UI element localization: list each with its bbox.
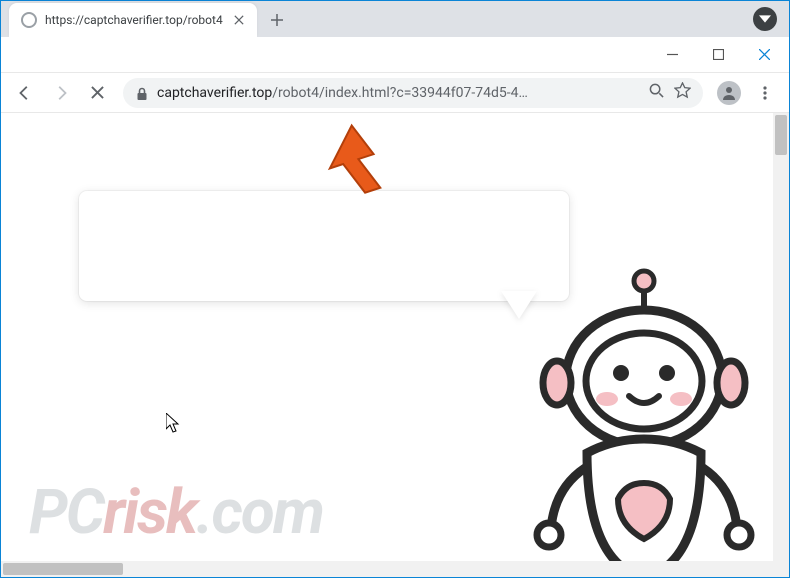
speech-bubble — [79, 191, 569, 301]
omnibox-actions — [649, 82, 691, 103]
tab-title: https://captchaverifier.top/robot4 — [45, 13, 223, 27]
window-titlebar — [1, 37, 789, 73]
maximize-button[interactable] — [695, 39, 741, 71]
url-host: captchaverifier.top — [157, 85, 272, 101]
star-bookmark-icon[interactable] — [674, 82, 691, 103]
tab-strip: https://captchaverifier.top/robot4 — [1, 1, 789, 37]
lock-icon[interactable] — [135, 86, 149, 100]
mouse-cursor-icon — [166, 413, 182, 433]
vertical-scroll-thumb[interactable] — [775, 115, 787, 155]
address-bar[interactable]: captchaverifier.top/robot4/index.html?c=… — [123, 78, 703, 108]
stop-reload-button[interactable] — [81, 77, 113, 109]
url-path: /robot4/index.html?c=33944f07-74d5-4… — [272, 85, 528, 101]
horizontal-scrollbar[interactable] — [1, 561, 773, 577]
browser-tab[interactable]: https://captchaverifier.top/robot4 — [9, 3, 257, 37]
avatar-icon — [717, 81, 741, 105]
browser-toolbar: captchaverifier.top/robot4/index.html?c=… — [1, 73, 789, 113]
robot-illustration — [529, 263, 759, 577]
url-text: captchaverifier.top/robot4/index.html?c=… — [157, 85, 528, 101]
horizontal-scroll-thumb[interactable] — [3, 563, 123, 575]
browser-window: https://captchaverifier.top/robot4 — [0, 0, 790, 578]
tab-favicon — [21, 12, 37, 28]
search-icon[interactable] — [649, 83, 664, 102]
minimize-button[interactable] — [649, 39, 695, 71]
search-tabs-button[interactable] — [753, 7, 777, 31]
forward-button[interactable] — [45, 77, 77, 109]
watermark-suffix: .com — [196, 476, 323, 549]
new-tab-button[interactable] — [263, 6, 291, 34]
profile-button[interactable] — [713, 77, 745, 109]
watermark-risk: risk — [103, 476, 196, 549]
watermark-prefix: PC — [29, 476, 103, 549]
menu-button[interactable] — [749, 77, 781, 109]
page-viewport: PCrisk.com — [1, 113, 789, 577]
back-button[interactable] — [9, 77, 41, 109]
vertical-scrollbar[interactable] — [773, 113, 789, 577]
close-tab-icon[interactable] — [231, 12, 247, 28]
pointer-arrow-annotation — [319, 121, 399, 201]
window-close-button[interactable] — [741, 39, 787, 71]
watermark-text: PCrisk.com — [29, 476, 323, 549]
